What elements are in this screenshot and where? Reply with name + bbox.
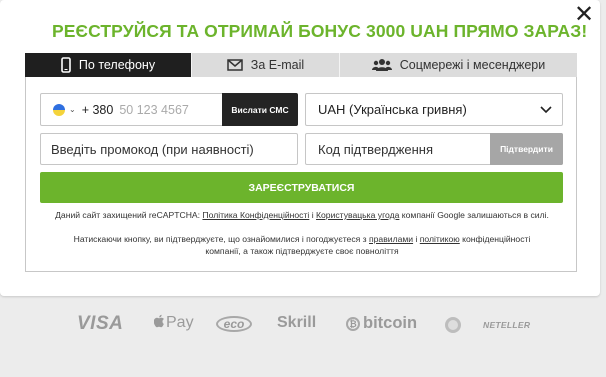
- ukraine-flag-icon[interactable]: [53, 103, 65, 116]
- chevron-down-icon: [540, 105, 552, 113]
- tab-phone[interactable]: По телефону: [25, 53, 192, 77]
- send-sms-button[interactable]: Вислати СМС: [222, 93, 298, 126]
- promo-code-input[interactable]: [40, 133, 298, 165]
- recaptcha-notice: Даний сайт захищений reCAPTCHA: Політика…: [26, 210, 578, 220]
- company-policy-link[interactable]: політикою: [420, 234, 460, 244]
- and-text-2: і: [413, 234, 420, 244]
- confirmation-code-input[interactable]: [306, 141, 486, 157]
- neteller-logo: NETELLER: [483, 320, 531, 330]
- phone-icon: [61, 57, 71, 73]
- users-icon: [371, 59, 392, 71]
- bitcoin-icon: ₿: [346, 316, 360, 331]
- terms-link[interactable]: Користувацька угода: [316, 210, 399, 220]
- registration-tabs: По телефону За E-mail Соцмережі і месенд…: [25, 53, 577, 77]
- modal-headline: РЕЄСТРУЙСЯ ТА ОТРИМАЙ БОНУС 3000 UAH ПРЯ…: [52, 21, 588, 41]
- form-panel: ⌄ + 380 Вислати СМС UAH (Українська грив…: [25, 77, 577, 272]
- currency-value: UAH (Українська гривня): [318, 102, 467, 117]
- confirm-button[interactable]: Підтвердити: [490, 133, 563, 165]
- recaptcha-prefix: Даний сайт захищений reCAPTCHA:: [55, 210, 203, 220]
- rules-link[interactable]: правилами: [369, 234, 413, 244]
- confirmation-code-field: Підтвердити: [305, 133, 563, 165]
- apple-icon: [153, 314, 164, 328]
- close-icon[interactable]: ✕: [574, 2, 594, 26]
- tab-social[interactable]: Соцмережі і месенджери: [340, 53, 577, 77]
- tab-social-label: Соцмережі і месенджери: [399, 58, 546, 72]
- apple-pay-logo: Pay: [153, 314, 194, 332]
- coin-icon: [445, 317, 461, 333]
- privacy-policy-link[interactable]: Політика Конфіденційності: [202, 210, 309, 220]
- and-text: і: [309, 210, 317, 220]
- tab-email[interactable]: За E-mail: [192, 53, 340, 77]
- consent-notice: Натискаючи кнопку, ви підтверджуєте, що …: [56, 233, 548, 257]
- bitcoin-logo: ₿ bitcoin: [346, 314, 417, 333]
- recaptcha-suffix: компанії Google залишаються в силі.: [399, 210, 549, 220]
- phone-prefix: + 380: [81, 102, 114, 117]
- apple-pay-text: Pay: [166, 314, 194, 331]
- skrill-logo: Skrill: [277, 314, 317, 331]
- bitcoin-text: bitcoin: [363, 314, 418, 332]
- country-chevron-icon[interactable]: ⌄: [69, 105, 76, 114]
- currency-select[interactable]: UAH (Українська гривня): [305, 93, 563, 126]
- phone-input[interactable]: [119, 102, 216, 117]
- payment-methods: [0, 296, 606, 377]
- tab-email-label: За E-mail: [250, 58, 305, 72]
- visa-logo: VISA: [77, 313, 124, 334]
- register-button[interactable]: ЗАРЕЄСТРУВАТИСЯ: [40, 172, 563, 203]
- eco-logo: eco: [216, 316, 252, 332]
- consent-prefix: Натискаючи кнопку, ви підтверджуєте, що …: [73, 234, 369, 244]
- mail-icon: [227, 59, 243, 71]
- tab-phone-label: По телефону: [78, 58, 156, 72]
- phone-field: ⌄ + 380 Вислати СМС: [40, 93, 298, 126]
- registration-modal: РЕЄСТРУЙСЯ ТА ОТРИМАЙ БОНУС 3000 UAH ПРЯ…: [0, 0, 600, 296]
